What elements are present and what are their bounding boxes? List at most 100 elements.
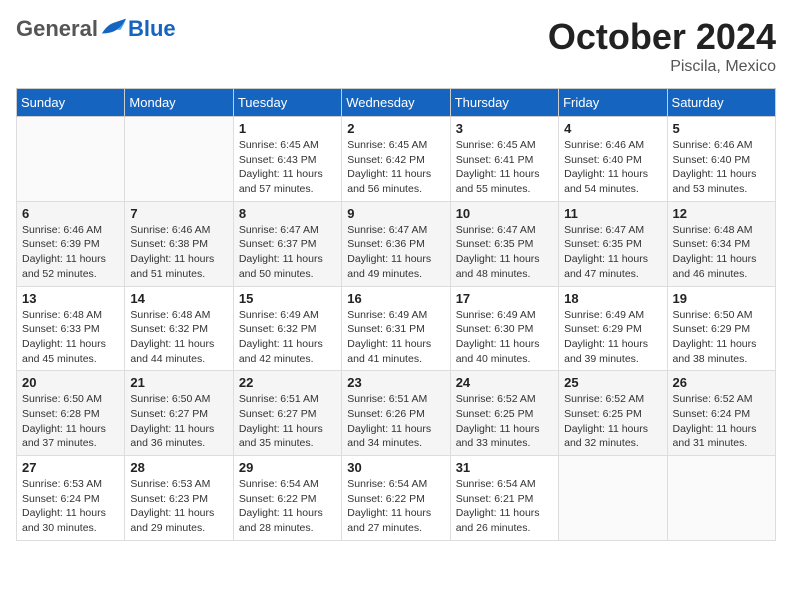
day-cell: 6 Sunrise: 6:46 AM Sunset: 6:39 PM Daylig… xyxy=(17,201,125,286)
day-info: Sunrise: 6:49 AM Sunset: 6:31 PM Dayligh… xyxy=(347,308,444,367)
day-info: Sunrise: 6:45 AM Sunset: 6:43 PM Dayligh… xyxy=(239,138,336,197)
day-cell: 19 Sunrise: 6:50 AM Sunset: 6:29 PM Dayli… xyxy=(667,286,775,371)
day-cell: 11 Sunrise: 6:47 AM Sunset: 6:35 PM Dayli… xyxy=(559,201,667,286)
day-number: 31 xyxy=(456,460,553,475)
day-cell: 23 Sunrise: 6:51 AM Sunset: 6:26 PM Dayli… xyxy=(342,371,450,456)
day-number: 29 xyxy=(239,460,336,475)
day-number: 1 xyxy=(239,121,336,136)
day-info: Sunrise: 6:46 AM Sunset: 6:40 PM Dayligh… xyxy=(673,138,770,197)
day-info: Sunrise: 6:53 AM Sunset: 6:23 PM Dayligh… xyxy=(130,477,227,536)
day-cell: 13 Sunrise: 6:48 AM Sunset: 6:33 PM Dayli… xyxy=(17,286,125,371)
day-number: 28 xyxy=(130,460,227,475)
day-number: 17 xyxy=(456,291,553,306)
week-row-3: 13 Sunrise: 6:48 AM Sunset: 6:33 PM Dayli… xyxy=(17,286,776,371)
day-number: 19 xyxy=(673,291,770,306)
day-info: Sunrise: 6:51 AM Sunset: 6:26 PM Dayligh… xyxy=(347,392,444,451)
day-info: Sunrise: 6:49 AM Sunset: 6:29 PM Dayligh… xyxy=(564,308,661,367)
logo-bird-icon xyxy=(100,16,128,38)
day-cell: 16 Sunrise: 6:49 AM Sunset: 6:31 PM Dayli… xyxy=(342,286,450,371)
day-number: 14 xyxy=(130,291,227,306)
day-info: Sunrise: 6:52 AM Sunset: 6:25 PM Dayligh… xyxy=(564,392,661,451)
day-number: 9 xyxy=(347,206,444,221)
day-number: 30 xyxy=(347,460,444,475)
day-number: 15 xyxy=(239,291,336,306)
day-info: Sunrise: 6:46 AM Sunset: 6:39 PM Dayligh… xyxy=(22,223,119,282)
day-info: Sunrise: 6:45 AM Sunset: 6:41 PM Dayligh… xyxy=(456,138,553,197)
day-number: 27 xyxy=(22,460,119,475)
day-number: 11 xyxy=(564,206,661,221)
day-cell xyxy=(17,117,125,202)
day-info: Sunrise: 6:48 AM Sunset: 6:34 PM Dayligh… xyxy=(673,223,770,282)
day-cell: 31 Sunrise: 6:54 AM Sunset: 6:21 PM Dayli… xyxy=(450,456,558,541)
column-header-monday: Monday xyxy=(125,89,233,117)
day-cell: 15 Sunrise: 6:49 AM Sunset: 6:32 PM Dayli… xyxy=(233,286,341,371)
day-cell: 24Sunrise: 6:52 AM Sunset: 6:25 PM Dayli… xyxy=(450,371,558,456)
column-header-thursday: Thursday xyxy=(450,89,558,117)
day-number: 26 xyxy=(673,375,770,390)
day-info: Sunrise: 6:49 AM Sunset: 6:32 PM Dayligh… xyxy=(239,308,336,367)
page-header: General Blue October 2024 Piscila, Mexic… xyxy=(16,16,776,76)
logo-blue-text: Blue xyxy=(128,16,176,42)
day-number: 8 xyxy=(239,206,336,221)
month-title: October 2024 xyxy=(548,16,776,58)
logo-general-text: General xyxy=(16,16,98,42)
day-number: 3 xyxy=(456,121,553,136)
day-cell: 5 Sunrise: 6:46 AM Sunset: 6:40 PM Daylig… xyxy=(667,117,775,202)
day-cell: 3 Sunrise: 6:45 AM Sunset: 6:41 PM Daylig… xyxy=(450,117,558,202)
day-info: Sunrise: 6:46 AM Sunset: 6:38 PM Dayligh… xyxy=(130,223,227,282)
day-info: Sunrise: 6:49 AM Sunset: 6:30 PM Dayligh… xyxy=(456,308,553,367)
day-info: Sunrise: 6:46 AM Sunset: 6:40 PM Dayligh… xyxy=(564,138,661,197)
day-cell: 30 Sunrise: 6:54 AM Sunset: 6:22 PM Dayli… xyxy=(342,456,450,541)
day-cell: 12 Sunrise: 6:48 AM Sunset: 6:34 PM Dayli… xyxy=(667,201,775,286)
day-cell: 20 Sunrise: 6:50 AM Sunset: 6:28 PM Dayli… xyxy=(17,371,125,456)
day-number: 18 xyxy=(564,291,661,306)
day-number: 10 xyxy=(456,206,553,221)
week-row-1: 1 Sunrise: 6:45 AM Sunset: 6:43 PM Daylig… xyxy=(17,117,776,202)
day-cell: 27 Sunrise: 6:53 AM Sunset: 6:24 PM Dayli… xyxy=(17,456,125,541)
day-cell: 18 Sunrise: 6:49 AM Sunset: 6:29 PM Dayli… xyxy=(559,286,667,371)
day-info: Sunrise: 6:47 AM Sunset: 6:35 PM Dayligh… xyxy=(456,223,553,282)
day-number: 20 xyxy=(22,375,119,390)
day-number: 16 xyxy=(347,291,444,306)
day-number: 6 xyxy=(22,206,119,221)
day-cell: 8 Sunrise: 6:47 AM Sunset: 6:37 PM Daylig… xyxy=(233,201,341,286)
day-cell: 25Sunrise: 6:52 AM Sunset: 6:25 PM Dayli… xyxy=(559,371,667,456)
week-row-5: 27 Sunrise: 6:53 AM Sunset: 6:24 PM Dayli… xyxy=(17,456,776,541)
day-info: Sunrise: 6:47 AM Sunset: 6:37 PM Dayligh… xyxy=(239,223,336,282)
day-cell: 10 Sunrise: 6:47 AM Sunset: 6:35 PM Dayli… xyxy=(450,201,558,286)
column-header-wednesday: Wednesday xyxy=(342,89,450,117)
day-info: Sunrise: 6:53 AM Sunset: 6:24 PM Dayligh… xyxy=(22,477,119,536)
day-cell xyxy=(559,456,667,541)
day-info: Sunrise: 6:52 AM Sunset: 6:25 PM Dayligh… xyxy=(456,392,553,451)
day-info: Sunrise: 6:50 AM Sunset: 6:28 PM Dayligh… xyxy=(22,392,119,451)
week-row-4: 20 Sunrise: 6:50 AM Sunset: 6:28 PM Dayli… xyxy=(17,371,776,456)
day-number: 13 xyxy=(22,291,119,306)
day-number: 5 xyxy=(673,121,770,136)
day-info: Sunrise: 6:52 AM Sunset: 6:24 PM Dayligh… xyxy=(673,392,770,451)
day-cell: 14Sunrise: 6:48 AM Sunset: 6:32 PM Dayli… xyxy=(125,286,233,371)
day-number: 12 xyxy=(673,206,770,221)
day-info: Sunrise: 6:45 AM Sunset: 6:42 PM Dayligh… xyxy=(347,138,444,197)
day-cell: 9 Sunrise: 6:47 AM Sunset: 6:36 PM Daylig… xyxy=(342,201,450,286)
day-info: Sunrise: 6:48 AM Sunset: 6:33 PM Dayligh… xyxy=(22,308,119,367)
day-info: Sunrise: 6:47 AM Sunset: 6:35 PM Dayligh… xyxy=(564,223,661,282)
day-info: Sunrise: 6:47 AM Sunset: 6:36 PM Dayligh… xyxy=(347,223,444,282)
day-number: 22 xyxy=(239,375,336,390)
day-number: 23 xyxy=(347,375,444,390)
day-number: 4 xyxy=(564,121,661,136)
logo: General Blue xyxy=(16,16,176,42)
day-info: Sunrise: 6:51 AM Sunset: 6:27 PM Dayligh… xyxy=(239,392,336,451)
day-info: Sunrise: 6:54 AM Sunset: 6:21 PM Dayligh… xyxy=(456,477,553,536)
day-cell: 29Sunrise: 6:54 AM Sunset: 6:22 PM Dayli… xyxy=(233,456,341,541)
day-info: Sunrise: 6:50 AM Sunset: 6:29 PM Dayligh… xyxy=(673,308,770,367)
location: Piscila, Mexico xyxy=(548,58,776,76)
column-header-friday: Friday xyxy=(559,89,667,117)
day-cell xyxy=(125,117,233,202)
day-number: 7 xyxy=(130,206,227,221)
day-cell: 4 Sunrise: 6:46 AM Sunset: 6:40 PM Daylig… xyxy=(559,117,667,202)
day-cell: 21Sunrise: 6:50 AM Sunset: 6:27 PM Dayli… xyxy=(125,371,233,456)
day-info: Sunrise: 6:54 AM Sunset: 6:22 PM Dayligh… xyxy=(347,477,444,536)
day-cell: 7 Sunrise: 6:46 AM Sunset: 6:38 PM Daylig… xyxy=(125,201,233,286)
day-number: 2 xyxy=(347,121,444,136)
title-block: October 2024 Piscila, Mexico xyxy=(548,16,776,76)
